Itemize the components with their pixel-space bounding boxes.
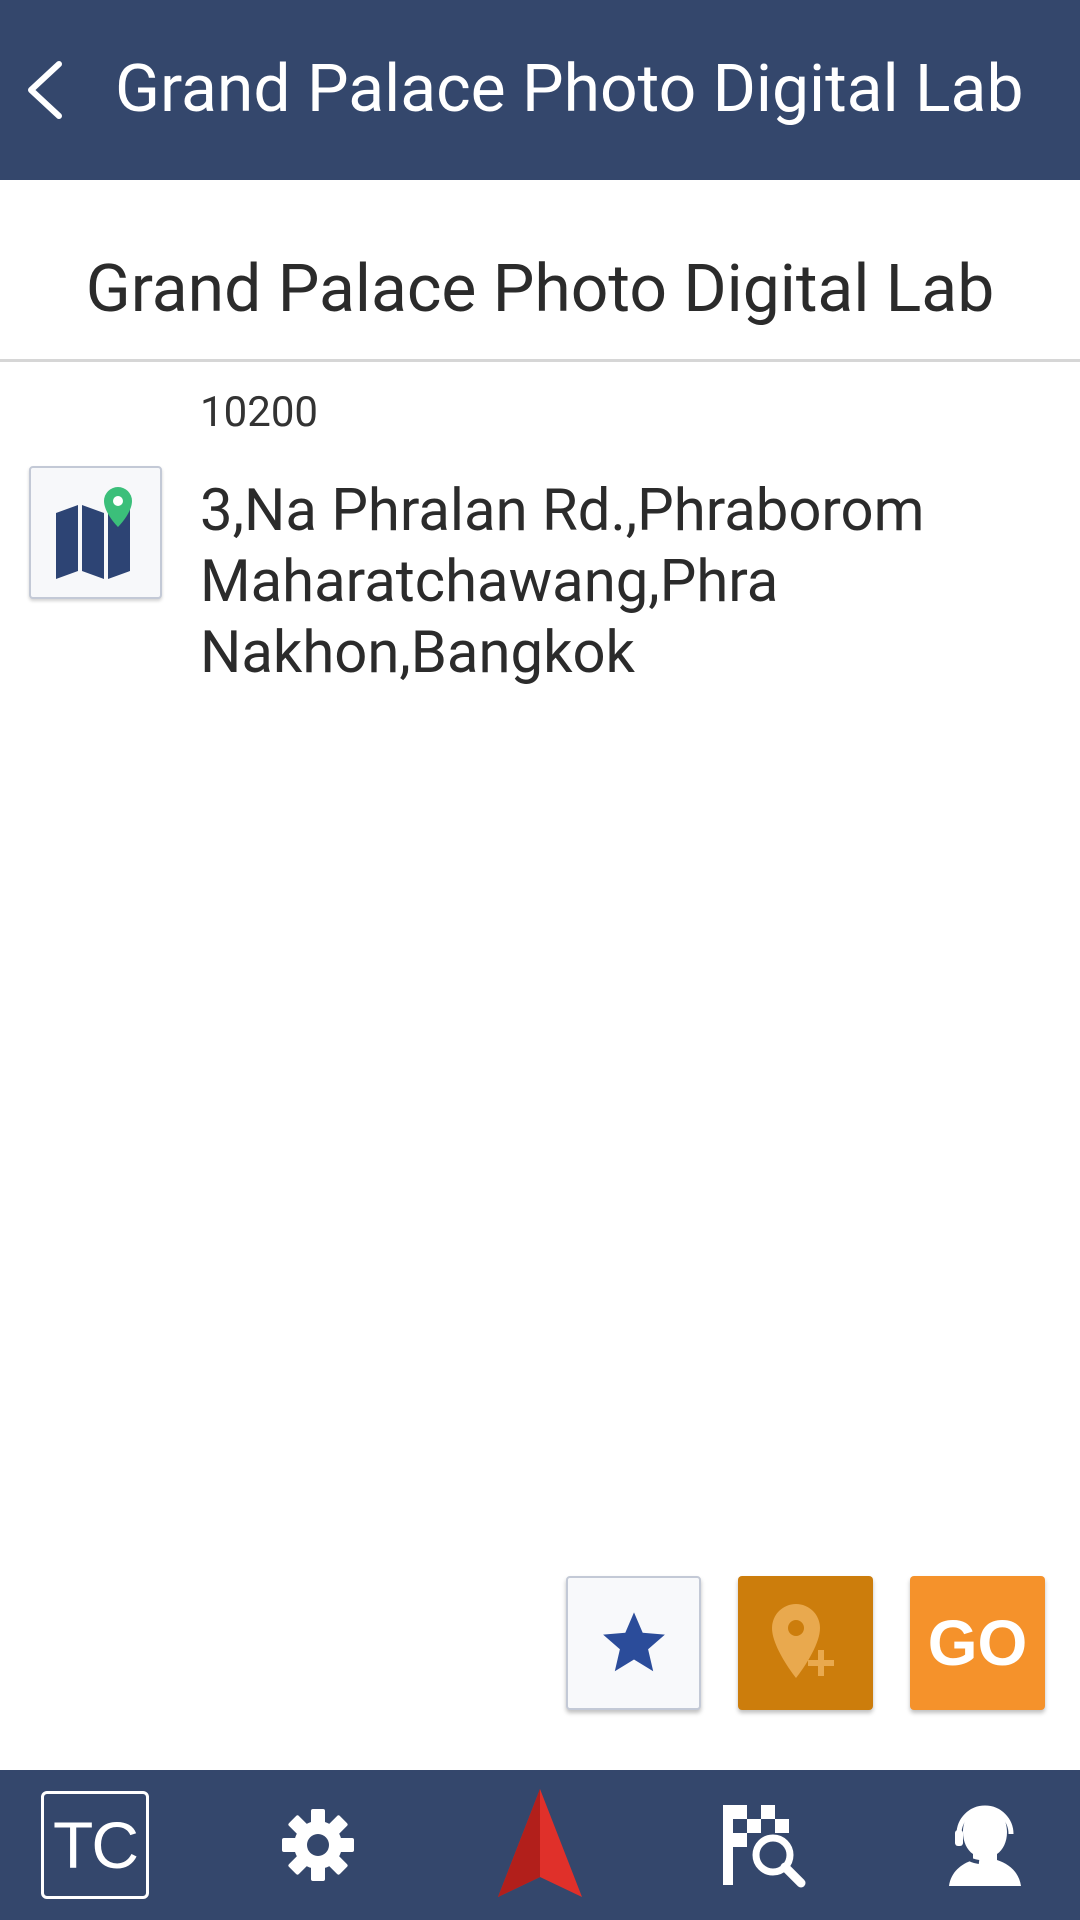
go-button[interactable]: GO (910, 1576, 1045, 1710)
divider (0, 359, 1080, 362)
navigation-arrow-icon (498, 1789, 582, 1897)
tc-label: TC (41, 1791, 149, 1899)
add-location-icon (771, 1604, 834, 1678)
chevron-left-icon (28, 61, 62, 119)
star-icon (602, 1612, 665, 1672)
tc-button[interactable]: TC (20, 1770, 170, 1920)
add-poi-button[interactable] (738, 1576, 873, 1710)
gear-icon (282, 1809, 354, 1881)
bottom-nav-bar: TC (0, 1770, 1080, 1920)
navigate-button[interactable] (465, 1770, 615, 1920)
place-name-heading: Grand Palace Photo Digital Lab (85, 251, 995, 328)
show-on-map-button[interactable] (29, 466, 162, 599)
destination-search-icon (723, 1805, 806, 1888)
destination-search-button[interactable] (688, 1770, 838, 1920)
top-app-bar: Grand Palace Photo Digital Lab (0, 0, 1080, 180)
address-text: 3,Na Phralan Rd.,Phraborom Maharatchawan… (200, 477, 925, 687)
add-favorite-button[interactable] (566, 1576, 701, 1710)
page-title: Grand Palace Photo Digital Lab (115, 51, 1024, 128)
support-agent-icon (949, 1805, 1021, 1886)
support-button[interactable] (910, 1770, 1060, 1920)
map-pin-icon (55, 486, 132, 579)
back-button[interactable] (0, 40, 90, 140)
settings-button[interactable] (243, 1770, 393, 1920)
postcode-text: 10200 (200, 388, 319, 437)
